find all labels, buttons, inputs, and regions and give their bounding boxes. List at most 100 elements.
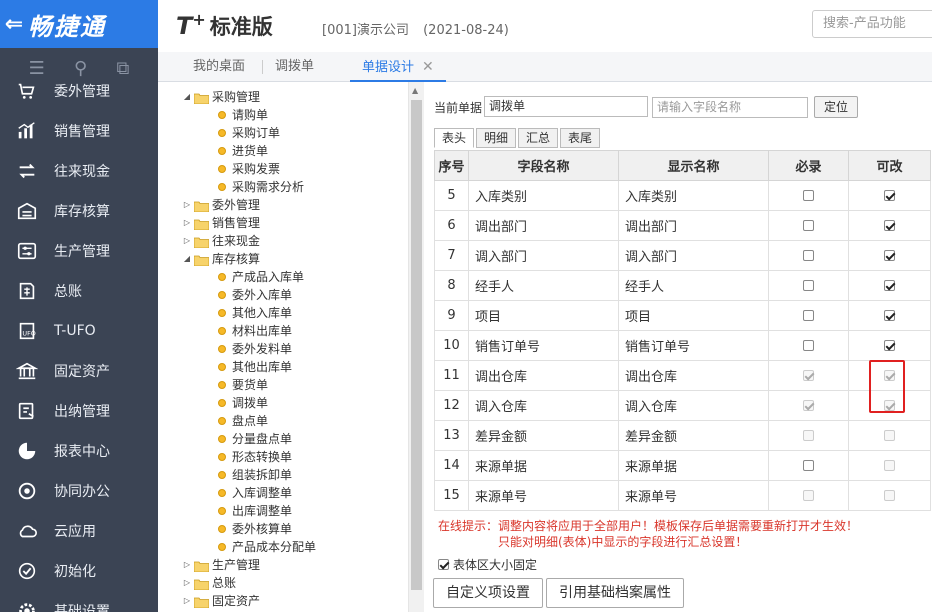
editable-checkbox[interactable] [884,220,895,231]
tree-leaf[interactable]: 调拨单 [218,394,268,412]
custom-items-button[interactable]: 自定义项设置 [433,578,543,608]
required-checkbox[interactable] [803,190,814,201]
editable-checkbox[interactable] [884,250,895,261]
table-row[interactable]: 10 销售订单号 销售订单号 [434,330,931,361]
tree-leaf[interactable]: 委外核算单 [218,520,292,538]
table-row[interactable]: 13 差异金额 差异金额 [434,420,931,451]
tree-label: 采购管理 [212,90,261,104]
tree-leaf[interactable]: 组装拆卸单 [218,466,292,484]
tree-folder[interactable]: ▷ 往来现金 [182,232,260,250]
fixed-size-option[interactable]: 表体区大小固定 [438,556,537,573]
collapsed-arrow-icon[interactable]: ▷ [182,592,192,610]
close-icon[interactable]: ✕ [422,59,434,75]
tree-leaf[interactable]: 采购订单 [218,124,280,142]
collapsed-arrow-icon[interactable]: ▷ [182,574,192,592]
sidebar-item[interactable]: 委外管理 [0,71,158,111]
table-row[interactable]: 8 经手人 经手人 [434,270,931,301]
tree-leaf[interactable]: 要货单 [218,376,268,394]
tree-leaf[interactable]: 盘点单 [218,412,268,430]
subtab-detail[interactable]: 明细 [476,128,517,148]
sidebar-item[interactable]: 初始化 [0,551,158,591]
collapsed-arrow-icon[interactable]: ▷ [182,556,192,574]
tree-scrollbar[interactable]: ▲ [408,82,424,612]
sidebar-item[interactable]: 往来现金 [0,151,158,191]
required-checkbox[interactable] [803,250,814,261]
sidebar-item[interactable]: UFO T-UFO [0,311,158,351]
tree-folder[interactable]: ▷ 委外管理 [182,196,260,214]
expanded-arrow-icon[interactable]: ◢ [182,250,192,268]
gear-icon [14,598,40,612]
tree-leaf[interactable]: 进货单 [218,142,268,160]
current-form-input[interactable]: 调拨单 [484,96,648,117]
subtab-header[interactable]: 表头 [434,128,475,148]
tab-transfer[interactable]: 调拨单 [275,52,314,82]
editable-checkbox[interactable] [884,310,895,321]
required-checkbox[interactable] [803,280,814,291]
collapsed-arrow-icon[interactable]: ▷ [182,196,192,214]
back-arrow-icon[interactable]: ⇐ [0,12,28,37]
tree-folder[interactable]: ▷ 销售管理 [182,214,260,232]
table-row[interactable]: 14 来源单据 来源单据 [434,450,931,481]
sidebar-item[interactable]: 基础设置 [0,591,158,612]
tree-leaf[interactable]: 委外发料单 [218,340,292,358]
sidebar-item[interactable]: 云应用 [0,511,158,551]
tree-leaf[interactable]: 产品成本分配单 [218,538,316,556]
tree-leaf[interactable]: 材料出库单 [218,322,292,340]
required-checkbox[interactable] [803,340,814,351]
sidebar-item[interactable]: 销售管理 [0,111,158,151]
tree-leaf[interactable]: 采购发票 [218,160,280,178]
required-checkbox[interactable] [803,460,814,471]
tree-folder[interactable]: ◢ 库存核算 [182,250,260,268]
tree-leaf[interactable]: 出库调整单 [218,502,292,520]
search-input[interactable]: 搜索-产品功能 [812,10,932,38]
scroll-thumb[interactable] [411,100,422,590]
tree-folder[interactable]: ▷ 总账 [182,574,236,592]
collapsed-arrow-icon[interactable]: ▷ [182,214,192,232]
table-row[interactable]: 6 调出部门 调出部门 [434,210,931,241]
tree-leaf[interactable]: 采购需求分析 [218,178,304,196]
tree-folder[interactable]: ◢ 采购管理 [182,88,260,106]
editable-checkbox[interactable] [884,340,895,351]
tree-leaf[interactable]: 分量盘点单 [218,430,292,448]
sidebar-item[interactable]: 库存核算 [0,191,158,231]
tab-bar: 我的桌面 调拨单 单据设计 ✕ [158,52,932,82]
tree-leaf[interactable]: 入库调整单 [218,484,292,502]
tree-leaf[interactable]: 其他入库单 [218,304,292,322]
table-row[interactable]: 11 调出仓库 调出仓库 [434,360,931,391]
sidebar-item-label: 库存核算 [54,204,110,220]
required-checkbox[interactable] [803,310,814,321]
subtab-footer[interactable]: 表尾 [560,128,601,148]
col-required: 必录 [768,150,849,181]
required-checkbox[interactable] [803,220,814,231]
field-name-input[interactable]: 请输入字段名称 [652,97,808,118]
tree-leaf[interactable]: 请购单 [218,106,268,124]
table-row[interactable]: 12 调入仓库 调入仓库 [434,390,931,421]
tree-leaf[interactable]: 形态转换单 [218,448,292,466]
tree-leaf[interactable]: 委外入库单 [218,286,292,304]
tab-form-design[interactable]: 单据设计 ✕ [350,52,446,82]
tree-folder[interactable]: ▷ 生产管理 [182,556,260,574]
subtab-summary[interactable]: 汇总 [518,128,559,148]
tree-leaf[interactable]: 产成品入库单 [218,268,304,286]
tree-leaf[interactable]: 其他出库单 [218,358,292,376]
reference-archive-button[interactable]: 引用基础档案属性 [546,578,684,608]
table-row[interactable]: 15 来源单号 来源单号 [434,480,931,511]
sidebar-item[interactable]: 生产管理 [0,231,158,271]
tree-folder[interactable]: ▷ 固定资产 [182,592,260,610]
sidebar-item[interactable]: 报表中心 [0,431,158,471]
locate-button[interactable]: 定位 [814,96,858,118]
sidebar-item[interactable]: 固定资产 [0,351,158,391]
table-row[interactable]: 9 项目 项目 [434,300,931,331]
expanded-arrow-icon[interactable]: ◢ [182,88,192,106]
sidebar-item[interactable]: 出纳管理 [0,391,158,431]
table-row[interactable]: 5 入库类别 入库类别 [434,180,931,211]
fixed-size-checkbox[interactable] [438,559,449,570]
tab-desktop[interactable]: 我的桌面 [193,52,245,82]
sidebar-item[interactable]: 总账 [0,271,158,311]
editable-checkbox[interactable] [884,280,895,291]
collapsed-arrow-icon[interactable]: ▷ [182,232,192,250]
sidebar-item[interactable]: 协同办公 [0,471,158,511]
scroll-up-icon[interactable]: ▲ [412,86,418,95]
table-row[interactable]: 7 调入部门 调入部门 [434,240,931,271]
editable-checkbox[interactable] [884,190,895,201]
